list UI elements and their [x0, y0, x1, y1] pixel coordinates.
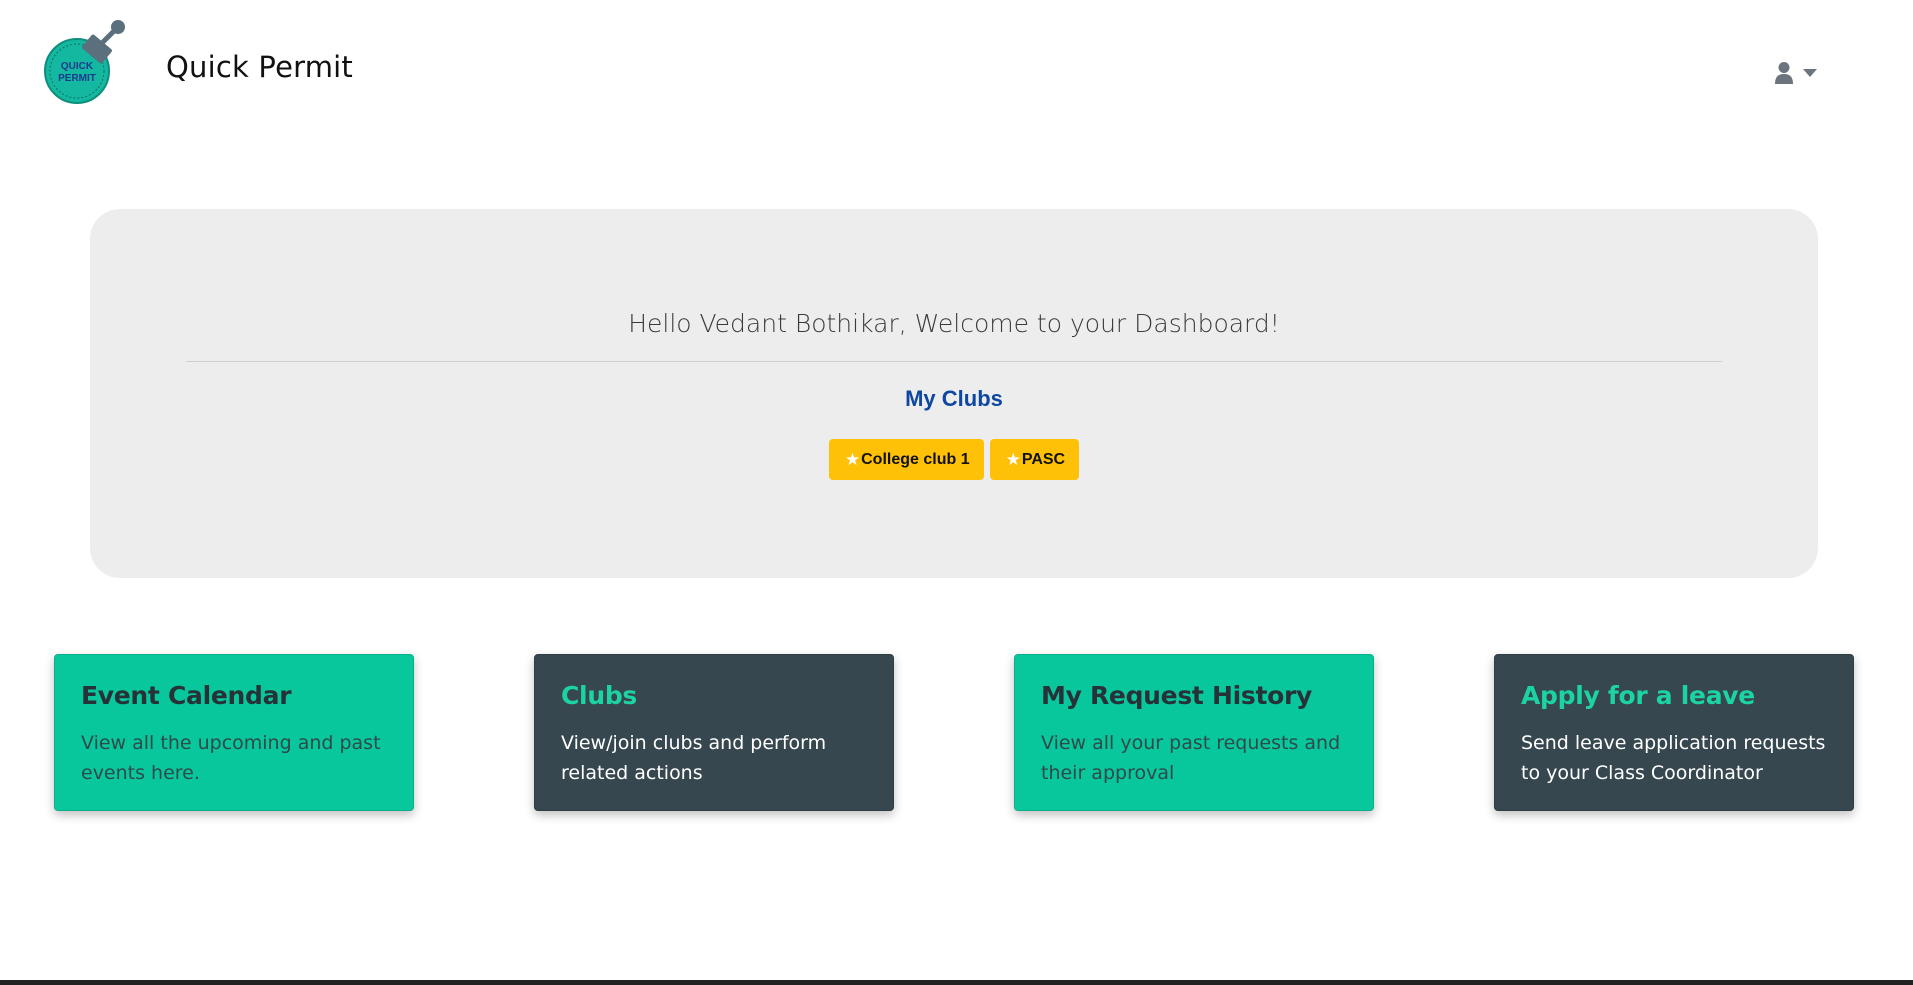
- star-icon: ★: [844, 450, 861, 469]
- quick-permit-logo[interactable]: QUICK PERMIT: [40, 20, 130, 110]
- star-icon: ★: [1005, 450, 1021, 469]
- welcome-message: Hello Vedant Bothikar, Welcome to your D…: [628, 309, 1280, 338]
- request-history-card[interactable]: My Request History View all your past re…: [1014, 654, 1374, 811]
- card-title: Event Calendar: [81, 681, 292, 710]
- window-bottom-edge: [0, 980, 1913, 985]
- my-clubs-heading: My Clubs: [905, 386, 1003, 411]
- card-title: Clubs: [561, 681, 637, 710]
- user-dropdown-toggle[interactable]: [1774, 58, 1830, 88]
- stamp-logo-icon: QUICK PERMIT: [44, 20, 125, 104]
- card-text: Send leave application requests to your …: [1521, 732, 1826, 784]
- card-text: View all the upcoming and past events he…: [81, 732, 381, 784]
- divider: [186, 361, 1722, 362]
- navbar: QUICK PERMIT Quick Permit: [0, 0, 1913, 140]
- card-title: Apply for a leave: [1521, 681, 1755, 710]
- apply-leave-card[interactable]: Apply for a leave Send leave application…: [1494, 654, 1854, 811]
- dashboard-welcome-panel: Hello Vedant Bothikar, Welcome to your D…: [90, 209, 1818, 578]
- svg-text:PERMIT: PERMIT: [58, 73, 96, 84]
- card-title: My Request History: [1041, 681, 1312, 710]
- clubs-card[interactable]: Clubs View/join clubs and perform relate…: [534, 654, 894, 811]
- brand-title[interactable]: Quick Permit: [166, 50, 353, 84]
- user-icon: [1775, 62, 1793, 84]
- club-badge-label: PASC: [1021, 450, 1066, 468]
- caret-down-icon: [1803, 69, 1817, 77]
- svg-text:QUICK: QUICK: [61, 61, 94, 72]
- club-badge-college-club-1[interactable]: ★ College club 1: [828, 439, 984, 480]
- card-text: View/join clubs and perform related acti…: [561, 732, 827, 784]
- club-badges: ★ College club 1 ★ PASC: [90, 439, 1818, 480]
- club-badge-pasc[interactable]: ★ PASC: [989, 439, 1080, 480]
- card-text: View all your past requests and their ap…: [1041, 732, 1341, 784]
- event-calendar-card[interactable]: Event Calendar View all the upcoming and…: [54, 654, 414, 811]
- club-badge-label: College club 1: [861, 450, 970, 468]
